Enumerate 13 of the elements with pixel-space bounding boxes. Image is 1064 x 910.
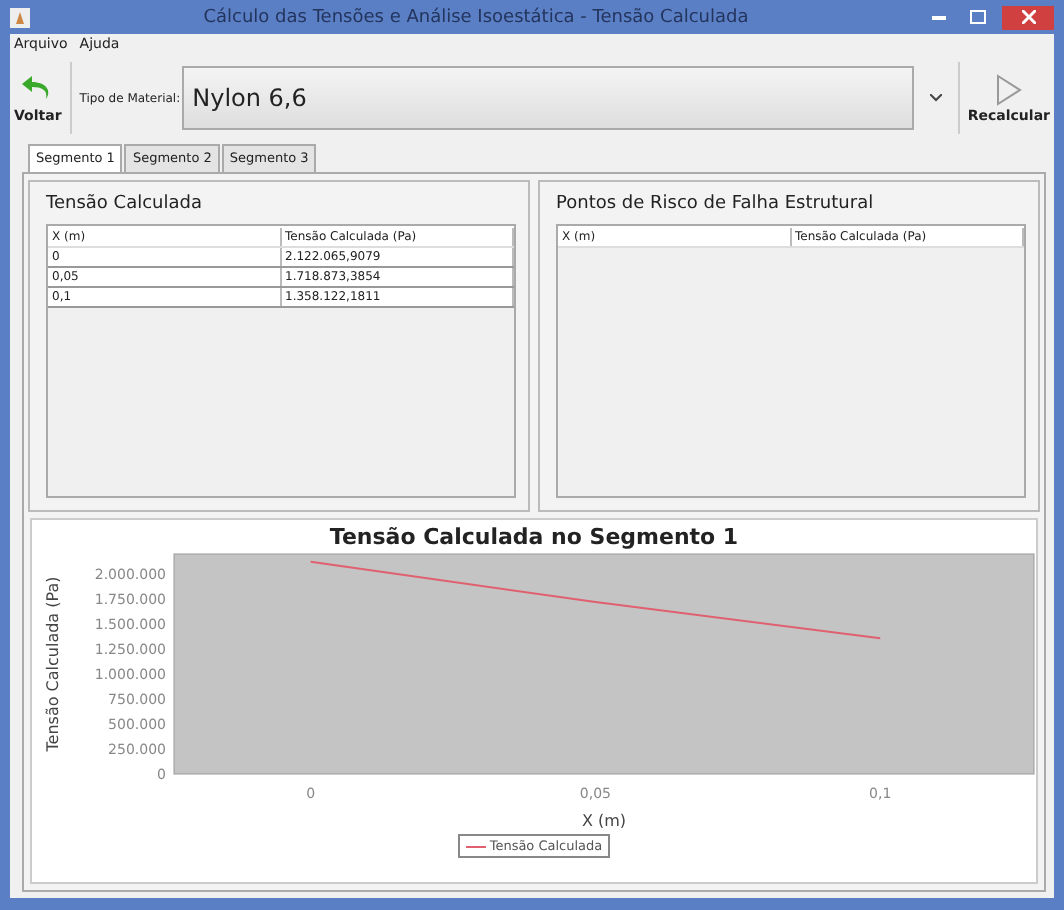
material-dropdown[interactable]: Nylon 6,6 [182,66,914,130]
chart-title: Tensão Calculada no Segmento 1 [329,522,739,550]
window-title: Cálculo das Tensões e Análise Isoestática - Tensão Calculada [201,7,751,27]
close-icon [1021,10,1035,24]
panel-title: Pontos de Risco de Falha Estrutural [556,194,876,214]
panel-title: Tensão Calculada [46,194,204,214]
play-icon [992,72,1025,108]
x-axis-title: X (m) [580,812,626,830]
app-icon [10,7,30,27]
y-axis-title: Tensão Calculada (Pa) [43,576,61,752]
close-button[interactable] [1002,5,1054,29]
minimize-icon [931,15,945,19]
maximize-icon [970,10,986,24]
